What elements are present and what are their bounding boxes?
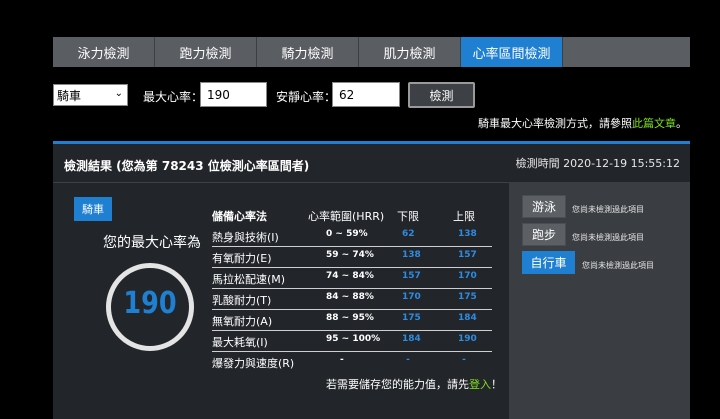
zone-low: 170 [402, 292, 421, 302]
rest-hr-input[interactable]: 62 [332, 82, 400, 107]
zone-low: 175 [402, 313, 421, 323]
tab-heart-rate-zone[interactable]: 心率區間檢測 [461, 37, 563, 67]
tab-strength[interactable]: 肌力檢測 [359, 37, 461, 67]
tab-bar: 泳力檢測 跑力檢測 騎力檢測 肌力檢測 心率區間檢測 [53, 37, 690, 67]
zone-up: 190 [458, 334, 477, 344]
zone-name: 最大耗氧(I) [212, 336, 268, 349]
zone-name: 有氧耐力(E) [212, 252, 272, 265]
test-button[interactable]: 檢測 [408, 82, 475, 108]
header-up: 上限 [453, 210, 475, 223]
zone-range: 74 ~ 84% [326, 271, 374, 281]
article-link[interactable]: 此篇文章 [632, 117, 676, 130]
login-note: 若需要儲存您的能力值，請先登入！ [326, 376, 502, 392]
table-row: 熱身與技術(I) 0 ~ 59% 62 138 [212, 225, 492, 247]
zone-up: 138 [458, 229, 477, 239]
zone-range: 88 ~ 95% [326, 313, 374, 323]
zone-name: 爆發力與速度(R) [212, 357, 295, 370]
max-hr-value: 190 [123, 286, 177, 321]
table-row: 有氧耐力(E) 59 ~ 74% 138 157 [212, 246, 492, 268]
zone-low: 184 [402, 334, 421, 344]
sport-select-value: 騎車 [57, 88, 82, 103]
zone-range: 0 ~ 59% [326, 229, 368, 239]
zone-name: 馬拉松配速(M) [212, 273, 286, 286]
zone-range: 59 ~ 74% [326, 250, 374, 260]
zone-up: 184 [458, 313, 477, 323]
zone-name: 熱身與技術(I) [212, 231, 279, 244]
result-title: 檢測結果 (您為第 78243 位檢測心率區間者) [64, 159, 310, 173]
table-row: 乳酸耐力(T) 84 ~ 88% 170 175 [212, 288, 492, 310]
header-low: 下限 [397, 210, 419, 223]
zone-up: 157 [458, 250, 477, 260]
side-run-status: 您尚未檢測過此項目 [572, 233, 644, 242]
zone-up: 170 [458, 271, 477, 281]
zone-range: - [340, 355, 344, 365]
table-row: 最大耗氧(I) 95 ~ 100% 184 190 [212, 330, 492, 352]
zone-name: 無氧耐力(A) [212, 315, 273, 328]
login-note-text: 若需要儲存您的能力值，請先 [326, 378, 469, 391]
header-method: 儲備心率法 [212, 210, 267, 223]
zone-up: 175 [458, 292, 477, 302]
max-hr-title: 您的最大心率為 [103, 235, 201, 251]
result-time: 檢測時間 2020-12-19 15:55:12 [515, 157, 680, 170]
table-row: 馬拉松配速(M) 74 ~ 84% 157 170 [212, 267, 492, 289]
sport-select[interactable]: 騎車 ⌄ [53, 84, 128, 106]
chevron-down-icon: ⌄ [114, 88, 123, 99]
rest-hr-label: 安靜心率： [276, 90, 337, 104]
tab-swim[interactable]: 泳力檢測 [53, 37, 155, 67]
side-run-button[interactable]: 跑步 [522, 223, 566, 246]
sport-badge: 騎車 [74, 197, 112, 221]
method-hint: 騎車最大心率檢測方式，請參照此篇文章。 [478, 115, 687, 131]
method-hint-suffix: 。 [676, 117, 687, 130]
tab-bar-filler [563, 37, 690, 67]
zone-range: 95 ~ 100% [326, 334, 381, 344]
zone-up: - [462, 355, 466, 365]
table-row: 無氧耐力(A) 88 ~ 95% 175 184 [212, 309, 492, 331]
zone-range: 84 ~ 88% [326, 292, 374, 302]
side-cycle-status: 您尚未檢測過此項目 [582, 261, 654, 270]
max-hr-input[interactable]: 190 [200, 82, 267, 107]
zone-low: 138 [402, 250, 421, 260]
side-swim-button[interactable]: 游泳 [522, 195, 566, 218]
zone-low: - [406, 355, 410, 365]
zone-name: 乳酸耐力(T) [212, 294, 272, 307]
login-link[interactable]: 登入 [469, 378, 491, 391]
max-hr-label: 最大心率： [143, 90, 204, 104]
table-row: 爆發力與速度(R) - - - [212, 351, 492, 372]
zone-low: 62 [402, 229, 415, 239]
tab-cycle[interactable]: 騎力檢測 [257, 37, 359, 67]
side-swim-status: 您尚未檢測過此項目 [572, 205, 644, 214]
result-header: 檢測結果 (您為第 78243 位檢測心率區間者) 檢測時間 2020-12-1… [53, 144, 690, 183]
tab-run[interactable]: 跑力檢測 [155, 37, 257, 67]
method-hint-text: 騎車最大心率檢測方式，請參照 [478, 117, 632, 130]
zone-low: 157 [402, 271, 421, 281]
side-cycle-button[interactable]: 自行車 [522, 251, 575, 274]
header-range: 心率範圍(HRR) [308, 210, 385, 223]
login-note-suffix: ！ [491, 378, 502, 391]
